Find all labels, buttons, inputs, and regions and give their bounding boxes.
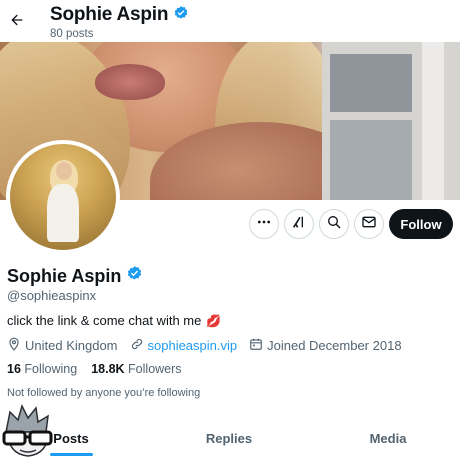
followers-stat[interactable]: 18.8K Followers	[91, 362, 181, 376]
grok-button[interactable]	[284, 209, 314, 239]
grok-icon	[291, 214, 307, 235]
profile-name: Sophie Aspin	[7, 265, 122, 286]
joined-item: Joined December 2018	[249, 337, 402, 354]
arrow-left-icon[interactable]	[6, 9, 28, 31]
verified-badge-icon	[173, 5, 189, 26]
posts-count: 80 posts	[50, 28, 94, 40]
location-item: United Kingdom	[7, 337, 118, 354]
followers-label: Followers	[128, 362, 182, 376]
following-count: 16	[7, 362, 21, 376]
banner-window	[322, 42, 460, 200]
follow-stats: 16 Following 18.8K Followers	[7, 362, 182, 376]
header-title: Sophie Aspin	[50, 4, 169, 25]
message-button[interactable]	[354, 209, 384, 239]
banner-lips	[95, 64, 165, 100]
website-item[interactable]: sophieaspin.vip	[130, 337, 238, 354]
search-icon	[326, 214, 342, 235]
profile-bio: click the link & come chat with me 💋	[7, 313, 221, 328]
following-stat[interactable]: 16 Following	[7, 362, 77, 376]
location-text: United Kingdom	[25, 338, 118, 353]
profile-meta: United Kingdom sophieaspin.vip Joined De…	[7, 337, 414, 354]
profile-handle: @sophieaspinx	[7, 288, 97, 303]
profile-header: Sophie Aspin 80 posts	[0, 0, 460, 42]
calendar-icon	[249, 337, 263, 354]
not-followed-notice: Not followed by anyone you’re following	[7, 387, 201, 399]
joined-text: Joined December 2018	[267, 338, 402, 353]
bio-text: click the link & come chat with me	[7, 313, 202, 328]
follow-button[interactable]: Follow	[389, 209, 453, 239]
followers-count: 18.8K	[91, 362, 125, 376]
profile-avatar[interactable]	[6, 140, 120, 254]
avatar-figure	[42, 160, 84, 242]
website-link[interactable]: sophieaspin.vip	[148, 338, 238, 353]
more-dots-icon	[256, 214, 272, 235]
tab-replies[interactable]: Replies	[196, 420, 262, 456]
kiss-emoji-icon: 💋	[206, 313, 222, 328]
mail-icon	[361, 214, 377, 235]
following-label: Following	[24, 362, 78, 376]
profile-name-row: Sophie Aspin	[7, 265, 143, 287]
more-button[interactable]	[249, 209, 279, 239]
header-title-block: Sophie Aspin 80 posts	[50, 4, 189, 40]
location-pin-icon	[7, 337, 21, 354]
search-profile-button[interactable]	[319, 209, 349, 239]
watermark-mascot-icon	[0, 402, 58, 460]
tab-media[interactable]: Media	[358, 420, 418, 456]
verified-badge-icon[interactable]	[126, 265, 143, 287]
link-icon	[130, 337, 144, 354]
